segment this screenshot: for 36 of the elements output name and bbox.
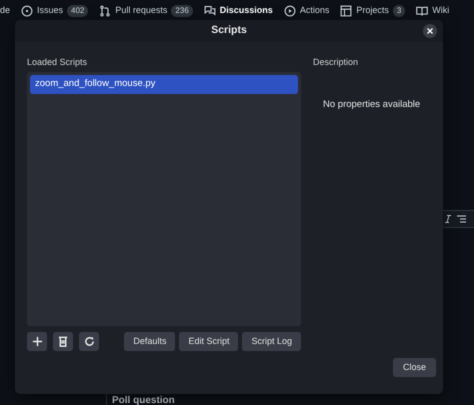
close-icon: [427, 28, 433, 34]
nav-tab[interactable]: Projects: [356, 4, 389, 18]
dialog-button[interactable]: Defaults: [124, 332, 176, 351]
dialog-button[interactable]: Edit Script: [179, 332, 238, 351]
dialog-title: Scripts: [211, 23, 247, 38]
dialog-button[interactable]: Script Log: [242, 332, 301, 351]
icon-button[interactable]: [79, 332, 99, 351]
pull-request-icon: [99, 5, 112, 17]
close-dialog-button[interactable]: Close: [392, 358, 436, 377]
poll-question-label: Poll question: [112, 394, 175, 405]
close-button[interactable]: [423, 24, 437, 38]
nav-tab[interactable]: Issues: [37, 4, 64, 18]
italic-icon[interactable]: [445, 215, 451, 223]
count-badge: 3: [392, 5, 406, 17]
circle-dot-icon: [21, 5, 34, 17]
plus-icon: [32, 336, 42, 347]
empty-properties-text: No properties available: [323, 98, 422, 112]
count-badge: 402: [67, 5, 88, 17]
trash-icon: [58, 336, 68, 347]
nav-tab[interactable]: de: [0, 4, 10, 18]
icon-button[interactable]: [53, 332, 73, 351]
list-icon[interactable]: [457, 215, 466, 223]
speech-bubbles-icon: [204, 5, 216, 17]
nav-tab[interactable]: Pull requests: [115, 4, 168, 18]
nav-tab[interactable]: Actions: [300, 4, 330, 18]
loaded-scripts-label: Loaded Scripts: [27, 56, 88, 69]
nav-tab[interactable]: Wiki: [432, 4, 450, 18]
description-label: Description: [313, 56, 360, 69]
icon-button[interactable]: [27, 332, 47, 351]
table-icon: [340, 5, 352, 17]
nav-tab[interactable]: Discussions: [220, 4, 273, 18]
book-icon: [416, 5, 428, 17]
play-circle-icon: [284, 5, 296, 17]
count-badge: 236: [171, 5, 193, 17]
script-list-item[interactable]: zoom_and_follow_mouse.py: [30, 75, 298, 94]
refresh-icon: [84, 336, 94, 347]
